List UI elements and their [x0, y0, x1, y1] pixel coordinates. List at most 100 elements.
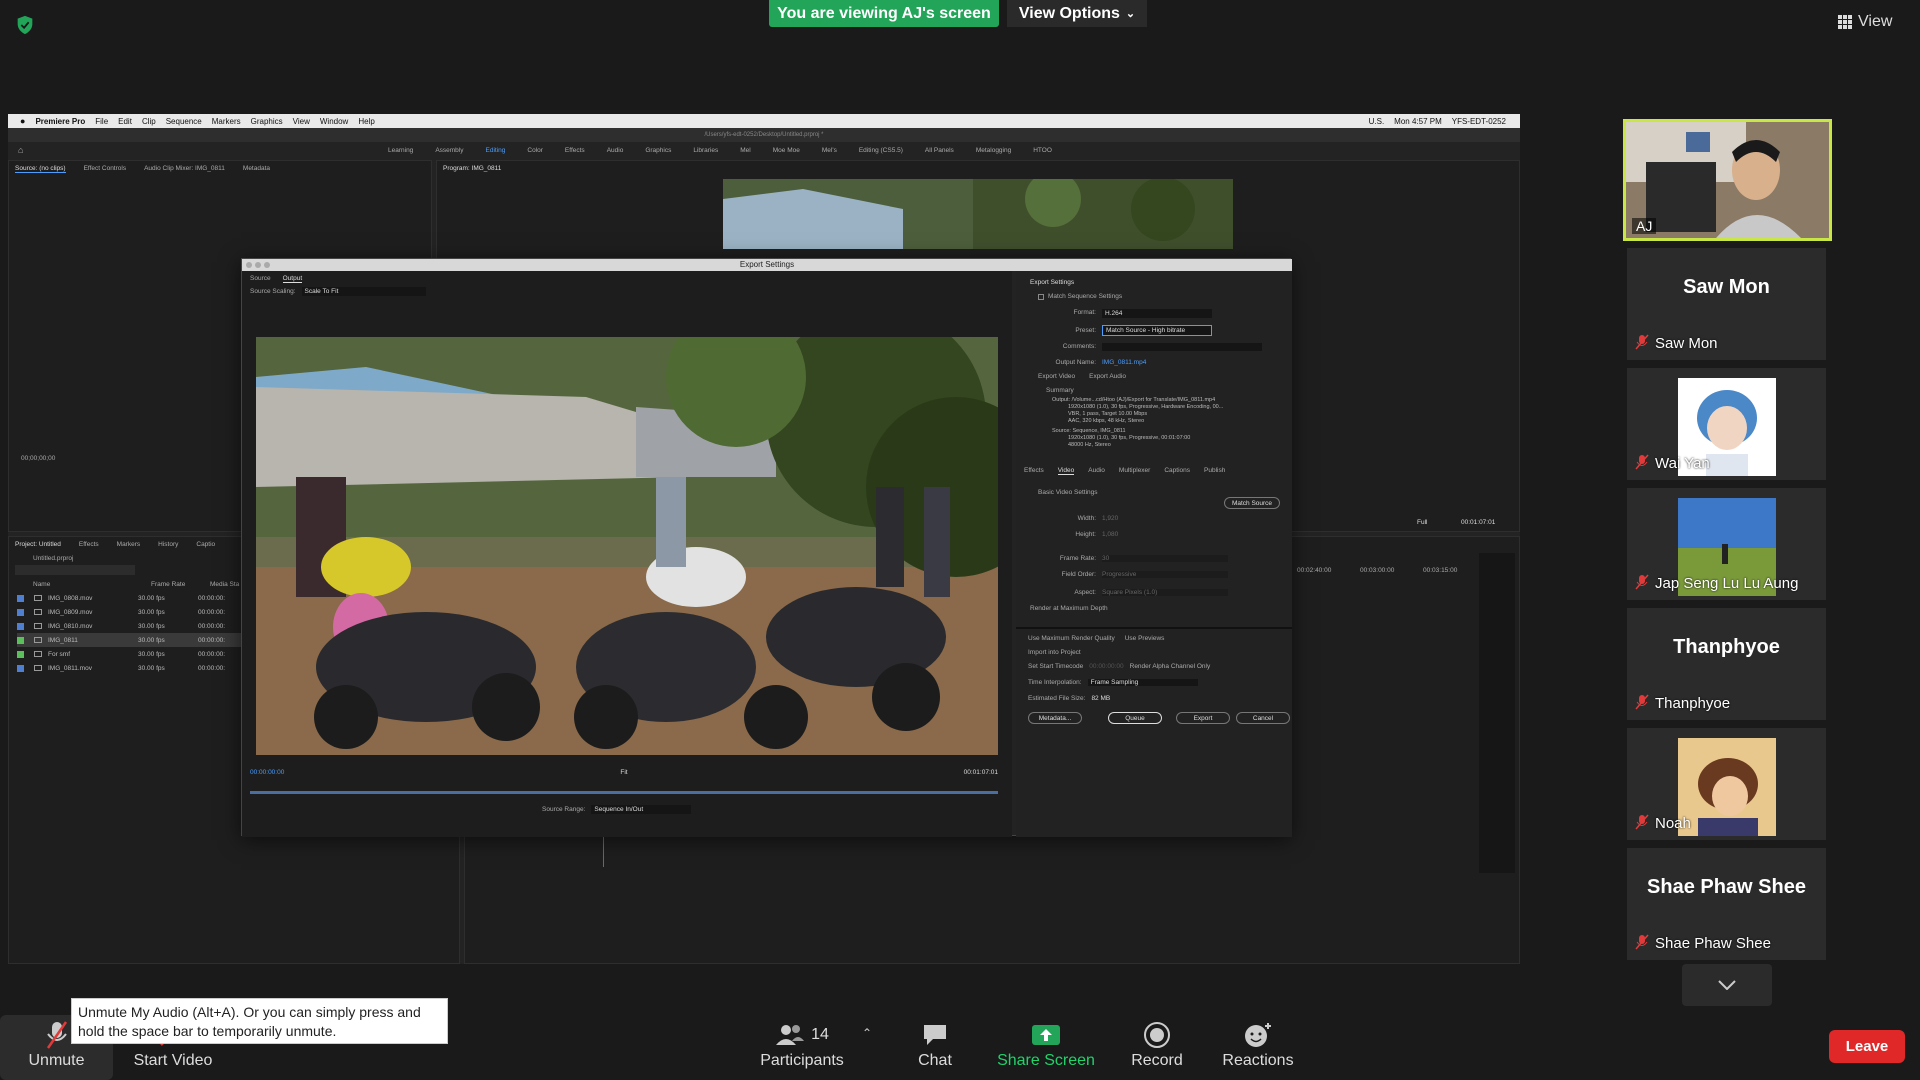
close-dot-icon[interactable]	[246, 262, 252, 268]
frame-rate-select[interactable]: 30	[1102, 555, 1228, 562]
clip-icon	[34, 651, 42, 657]
import-project-checkbox[interactable]: Import into Project	[1028, 649, 1081, 656]
security-shield-icon[interactable]	[14, 14, 36, 36]
subtab-multiplexer[interactable]: Multiplexer	[1119, 467, 1150, 475]
participant-tile-aj[interactable]: AJ	[1623, 119, 1832, 241]
comments-field[interactable]	[1102, 343, 1262, 351]
project-item-rate: 30.00 fps	[138, 650, 165, 658]
wai-yan-name: Wai Yan	[1655, 455, 1710, 472]
set-start-tc-checkbox[interactable]: Set Start Timecode	[1028, 663, 1083, 670]
export-settings-header: Export Settings	[1030, 279, 1075, 286]
project-item-name: IMG_0810.mov	[48, 622, 93, 630]
workspace-mel: Mel	[740, 146, 751, 154]
participant-tile-saw-mon[interactable]: Saw Mon Saw Mon	[1627, 248, 1826, 360]
thanphyoe-big-name: Thanphyoe	[1673, 636, 1780, 658]
export-video-checkbox[interactable]: Export Video	[1038, 373, 1075, 380]
aspect-select[interactable]: Square Pixels (1.0)	[1102, 589, 1228, 596]
participant-tile-jap-seng[interactable]: Jap Seng Lu Lu Aung	[1627, 488, 1826, 600]
render-alpha-checkbox[interactable]: Render Alpha Channel Only	[1130, 663, 1211, 670]
subtab-audio[interactable]: Audio	[1088, 467, 1105, 475]
view-options-label: View Options	[1018, 4, 1120, 22]
muted-mic-icon	[1635, 454, 1649, 470]
source-scaling-label: Source Scaling:	[250, 288, 296, 295]
width-value[interactable]: 1,920	[1102, 515, 1118, 522]
workspace-all-panels: All Panels	[924, 146, 954, 154]
participant-tile-thanphyoe[interactable]: Thanphyoe Thanphyoe	[1627, 608, 1826, 720]
project-item-row[interactable]: IMG_0811 30.00 fps 00:00:00:	[17, 633, 247, 647]
height-value[interactable]: 1,080	[1102, 531, 1118, 538]
shae-name: Shae Phaw Shee	[1655, 935, 1771, 952]
match-seq-checkbox[interactable]	[1038, 293, 1044, 300]
menu-edit: Edit	[118, 116, 132, 126]
menu-view: View	[292, 116, 310, 126]
metadata-button[interactable]: Metadata...	[1028, 712, 1082, 724]
project-header: Name Frame Rate Media Sta	[33, 581, 243, 588]
share-screen-button[interactable]: Share Screen	[994, 1018, 1098, 1070]
subtab-captions[interactable]: Captions	[1164, 467, 1190, 475]
share-screen-label: Share Screen	[997, 1052, 1095, 1069]
participants-button[interactable]: 14 Participants	[752, 1018, 852, 1070]
scroll-down-button[interactable]	[1682, 964, 1772, 1006]
project-item-rate: 30.00 fps	[138, 664, 165, 672]
set-start-tc-value: 00:00:00:00	[1089, 663, 1124, 670]
view-button[interactable]: View	[1838, 8, 1906, 36]
queue-button[interactable]: Queue	[1108, 712, 1162, 724]
project-item-rate: 30.00 fps	[138, 636, 165, 644]
export-timecodes: 00:00:00:00 Fit 00:01:07:01	[250, 769, 998, 776]
output-name-link[interactable]: IMG_0811.mp4	[1102, 359, 1146, 366]
tab-export-output[interactable]: Output	[282, 275, 303, 283]
view-options-button[interactable]: View Options ⌄	[1007, 0, 1147, 27]
chat-button[interactable]: Chat	[900, 1018, 970, 1070]
project-item-row[interactable]: IMG_0811.mov 30.00 fps 00:00:00:	[17, 661, 247, 675]
leave-button[interactable]: Leave	[1829, 1030, 1905, 1063]
project-item-row[interactable]: IMG_0809.mov 30.00 fps 00:00:00:	[17, 605, 247, 619]
cancel-button[interactable]: Cancel	[1236, 712, 1290, 724]
participant-tile-shae-phaw-shee[interactable]: Shae Phaw Shee Shae Phaw Shee	[1627, 848, 1826, 960]
tab-effects: Effects	[78, 541, 99, 548]
export-audio-checkbox[interactable]: Export Audio	[1089, 373, 1126, 380]
zoom-dot-icon[interactable]	[264, 262, 270, 268]
field-order-select[interactable]: Progressive	[1102, 571, 1228, 578]
col-media-start: Media Sta	[210, 581, 240, 588]
divider	[1016, 627, 1292, 629]
record-button[interactable]: Record	[1122, 1018, 1192, 1070]
source-scaling-select[interactable]: Scale To Fit	[301, 287, 426, 296]
program-zoom: Full	[1417, 519, 1428, 526]
menu-clip: Clip	[141, 116, 156, 126]
reactions-label: Reactions	[1222, 1052, 1294, 1069]
participant-tile-noah[interactable]: Noah	[1627, 728, 1826, 840]
export-fit-select[interactable]: Fit	[620, 769, 627, 776]
use-previews-checkbox[interactable]: Use Previews	[1125, 635, 1165, 642]
project-item-row[interactable]: IMG_0808.mov 30.00 fps 00:00:00:	[17, 591, 247, 605]
export-button[interactable]: Export	[1176, 712, 1230, 724]
tab-export-source[interactable]: Source	[250, 275, 271, 283]
audio-meter	[1479, 553, 1515, 873]
participants-caret-icon[interactable]: ⌃	[862, 1026, 872, 1040]
time-interp-select[interactable]: Frame Sampling	[1087, 679, 1198, 686]
subtab-effects[interactable]: Effects	[1024, 467, 1044, 475]
render-max-depth-checkbox[interactable]: Render at Maximum Depth	[1030, 605, 1108, 612]
aspect-label: Aspect:	[1074, 589, 1096, 596]
source-range-select[interactable]: Sequence In/Out	[591, 805, 692, 814]
summary-label: Summary	[1046, 387, 1074, 394]
project-item-row[interactable]: For smf 30.00 fps 00:00:00:	[17, 647, 247, 661]
export-timeline-bar[interactable]	[250, 791, 998, 794]
preset-select[interactable]: Match Source - High bitrate	[1102, 325, 1212, 336]
minimize-dot-icon[interactable]	[255, 262, 261, 268]
clip-icon	[34, 609, 42, 615]
workspace-color: Color	[527, 146, 543, 154]
dialog-title-text: Export Settings	[739, 260, 795, 269]
mac-user: YFS-EDT-0252	[1451, 116, 1506, 126]
reactions-button[interactable]: Reactions	[1216, 1018, 1300, 1070]
format-select[interactable]: H.264	[1102, 309, 1212, 318]
match-source-button[interactable]: Match Source	[1224, 497, 1280, 509]
project-item-name: IMG_0811	[48, 636, 78, 644]
subtab-publish[interactable]: Publish	[1204, 467, 1225, 475]
noah-avatar	[1677, 738, 1776, 836]
project-item-row[interactable]: IMG_0810.mov 30.00 fps 00:00:00:	[17, 619, 247, 633]
participant-tile-wai-yan[interactable]: Wai Yan	[1627, 368, 1826, 480]
chat-label: Chat	[918, 1052, 952, 1069]
workspace-editing-cs55: Editing (CS5.5)	[858, 146, 903, 154]
max-render-quality-checkbox[interactable]: Use Maximum Render Quality	[1028, 635, 1115, 642]
subtab-video[interactable]: Video	[1057, 467, 1075, 475]
